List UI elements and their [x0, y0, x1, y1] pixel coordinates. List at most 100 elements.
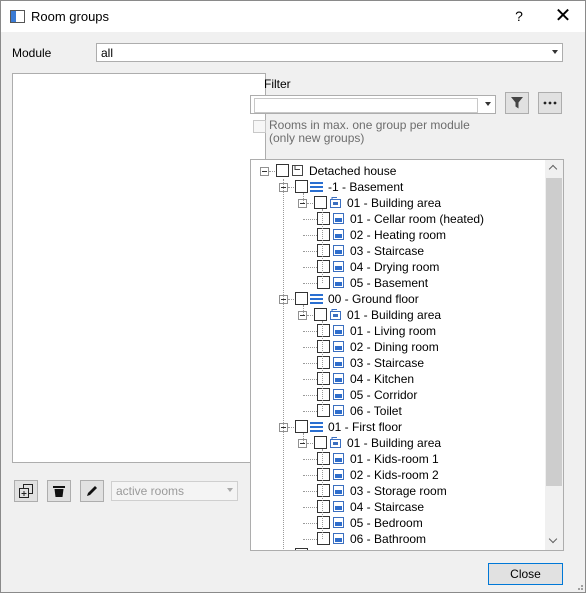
tree-item[interactable]: 01 - Kids-room 1	[251, 451, 545, 467]
tree-item[interactable]: 03 - Staircase	[251, 355, 545, 371]
tree-connector	[303, 459, 317, 460]
tree-item-label: 06 - Toilet	[350, 404, 402, 418]
tree-item[interactable]: 03 - Storage room	[251, 483, 545, 499]
tree-item[interactable]: 01 - First floor	[251, 419, 545, 435]
tree-checkbox[interactable]	[317, 468, 330, 481]
tree-item-label: 01 - Living room	[350, 324, 437, 338]
tree-item[interactable]: 05 - Bedroom	[251, 515, 545, 531]
tree-item[interactable]: 06 - Bathroom	[251, 531, 545, 547]
module-select[interactable]: all	[96, 43, 563, 62]
scroll-thumb[interactable]	[546, 178, 562, 486]
one-group-checkbox[interactable]	[253, 120, 266, 133]
tree-item[interactable]: 01 - Cellar room (heated)	[251, 211, 545, 227]
filter-button[interactable]	[505, 92, 529, 114]
tree-item-icon	[332, 452, 345, 465]
tree-checkbox[interactable]	[317, 516, 330, 529]
tree-checkbox[interactable]	[317, 356, 330, 369]
room-icon	[333, 277, 344, 288]
tree-checkbox[interactable]	[314, 436, 327, 449]
tree-checkbox[interactable]	[295, 548, 308, 550]
resize-grip-icon[interactable]	[574, 581, 584, 591]
tree-item[interactable]: 01 - Building area	[251, 307, 545, 323]
tree-checkbox[interactable]	[314, 196, 327, 209]
filter-label: Filter	[264, 77, 291, 91]
tree-item[interactable]: -1 - Basement	[251, 179, 545, 195]
tree-item[interactable]: 02 - Kids-room 2	[251, 467, 545, 483]
tree-checkbox[interactable]	[295, 292, 308, 305]
tree-item[interactable]: 04 - Kitchen	[251, 371, 545, 387]
tree-item-label: 02 - Dining room	[350, 340, 439, 354]
tree-checkbox[interactable]	[317, 500, 330, 513]
tree-checkbox[interactable]	[317, 372, 330, 385]
room-tree[interactable]: Detached house -1 - Basement 01 - Building…	[250, 159, 564, 551]
room-icon	[333, 261, 344, 272]
edit-group-button[interactable]	[80, 480, 104, 502]
more-options-button[interactable]	[538, 92, 562, 114]
tree-checkbox[interactable]	[295, 180, 308, 193]
new-group-button[interactable]	[14, 480, 38, 502]
tree-item[interactable]: 01 - Building area	[251, 435, 545, 451]
tree-item[interactable]: 06 - Toilet	[251, 403, 545, 419]
tree-item[interactable]: 04 - Staircase	[251, 499, 545, 515]
tree-item[interactable]: 05 - Corridor	[251, 387, 545, 403]
close-button[interactable]: Close	[488, 563, 563, 585]
tree-item[interactable]: 01 - Building area	[251, 195, 545, 211]
tree-connector	[303, 379, 317, 380]
tree-checkbox[interactable]	[295, 420, 308, 433]
tree-item[interactable]: 00 - Ground floor	[251, 291, 545, 307]
tree-item-label: 01 - First floor	[328, 420, 403, 434]
tree-item-icon	[332, 276, 345, 289]
room-icon	[333, 517, 344, 528]
tree-item[interactable]: 05 - Basement	[251, 275, 545, 291]
tree-checkbox[interactable]	[317, 532, 330, 545]
tree-item-label: 01 - Building area	[347, 308, 442, 322]
trash-icon	[53, 486, 65, 497]
tree-item[interactable]: Detached house	[251, 163, 545, 179]
tree-checkbox[interactable]	[276, 164, 289, 177]
funnel-icon	[511, 97, 523, 109]
tree-item[interactable]: 02 - Dining room	[251, 339, 545, 355]
scroll-up-icon[interactable]	[545, 160, 563, 177]
tree-item[interactable]: 03 - Staircase	[251, 243, 545, 259]
tree-item-label: 00 - Ground floor	[328, 292, 419, 306]
scope-select[interactable]: active rooms	[111, 481, 238, 501]
scroll-down-icon[interactable]	[545, 533, 563, 550]
tree-connector	[303, 395, 317, 396]
tree-item-label: 02 - Heating room	[350, 228, 447, 242]
tree-checkbox[interactable]	[317, 244, 330, 257]
tree-scrollbar[interactable]	[545, 160, 563, 550]
tree-item[interactable]: 02 - Attic	[251, 547, 545, 550]
tree-item-label: 05 - Basement	[350, 276, 429, 290]
tree-item-icon	[310, 180, 323, 193]
area-icon	[330, 197, 341, 208]
tree-item[interactable]: 01 - Living room	[251, 323, 545, 339]
filter-text-area[interactable]	[254, 98, 478, 113]
tree-item-icon	[332, 356, 345, 369]
tree-guide	[303, 193, 304, 203]
chevron-down-icon	[552, 50, 558, 54]
tree-checkbox[interactable]	[317, 228, 330, 241]
tree-item-label: 01 - Kids-room 1	[350, 452, 439, 466]
delete-group-button[interactable]	[47, 480, 71, 502]
tree-connector	[303, 267, 317, 268]
tree-checkbox[interactable]	[317, 404, 330, 417]
tree-item-icon	[310, 548, 323, 550]
collapse-toggle-icon[interactable]	[260, 167, 269, 176]
tree-checkbox[interactable]	[317, 276, 330, 289]
tree-checkbox[interactable]	[317, 260, 330, 273]
tree-item[interactable]: 04 - Drying room	[251, 259, 545, 275]
close-window-button[interactable]: ✕	[549, 4, 577, 28]
module-label: Module	[12, 46, 52, 60]
tree-checkbox[interactable]	[317, 340, 330, 353]
tree-item-icon	[310, 292, 323, 305]
help-button[interactable]: ?	[507, 6, 531, 26]
tree-checkbox[interactable]	[317, 452, 330, 465]
group-list[interactable]	[12, 73, 266, 463]
tree-checkbox[interactable]	[314, 308, 327, 321]
tree-checkbox[interactable]	[317, 484, 330, 497]
tree-item[interactable]: 02 - Heating room	[251, 227, 545, 243]
tree-checkbox[interactable]	[317, 388, 330, 401]
tree-checkbox[interactable]	[317, 324, 330, 337]
tree-item-label: 04 - Kitchen	[350, 372, 415, 386]
tree-checkbox[interactable]	[317, 212, 330, 225]
